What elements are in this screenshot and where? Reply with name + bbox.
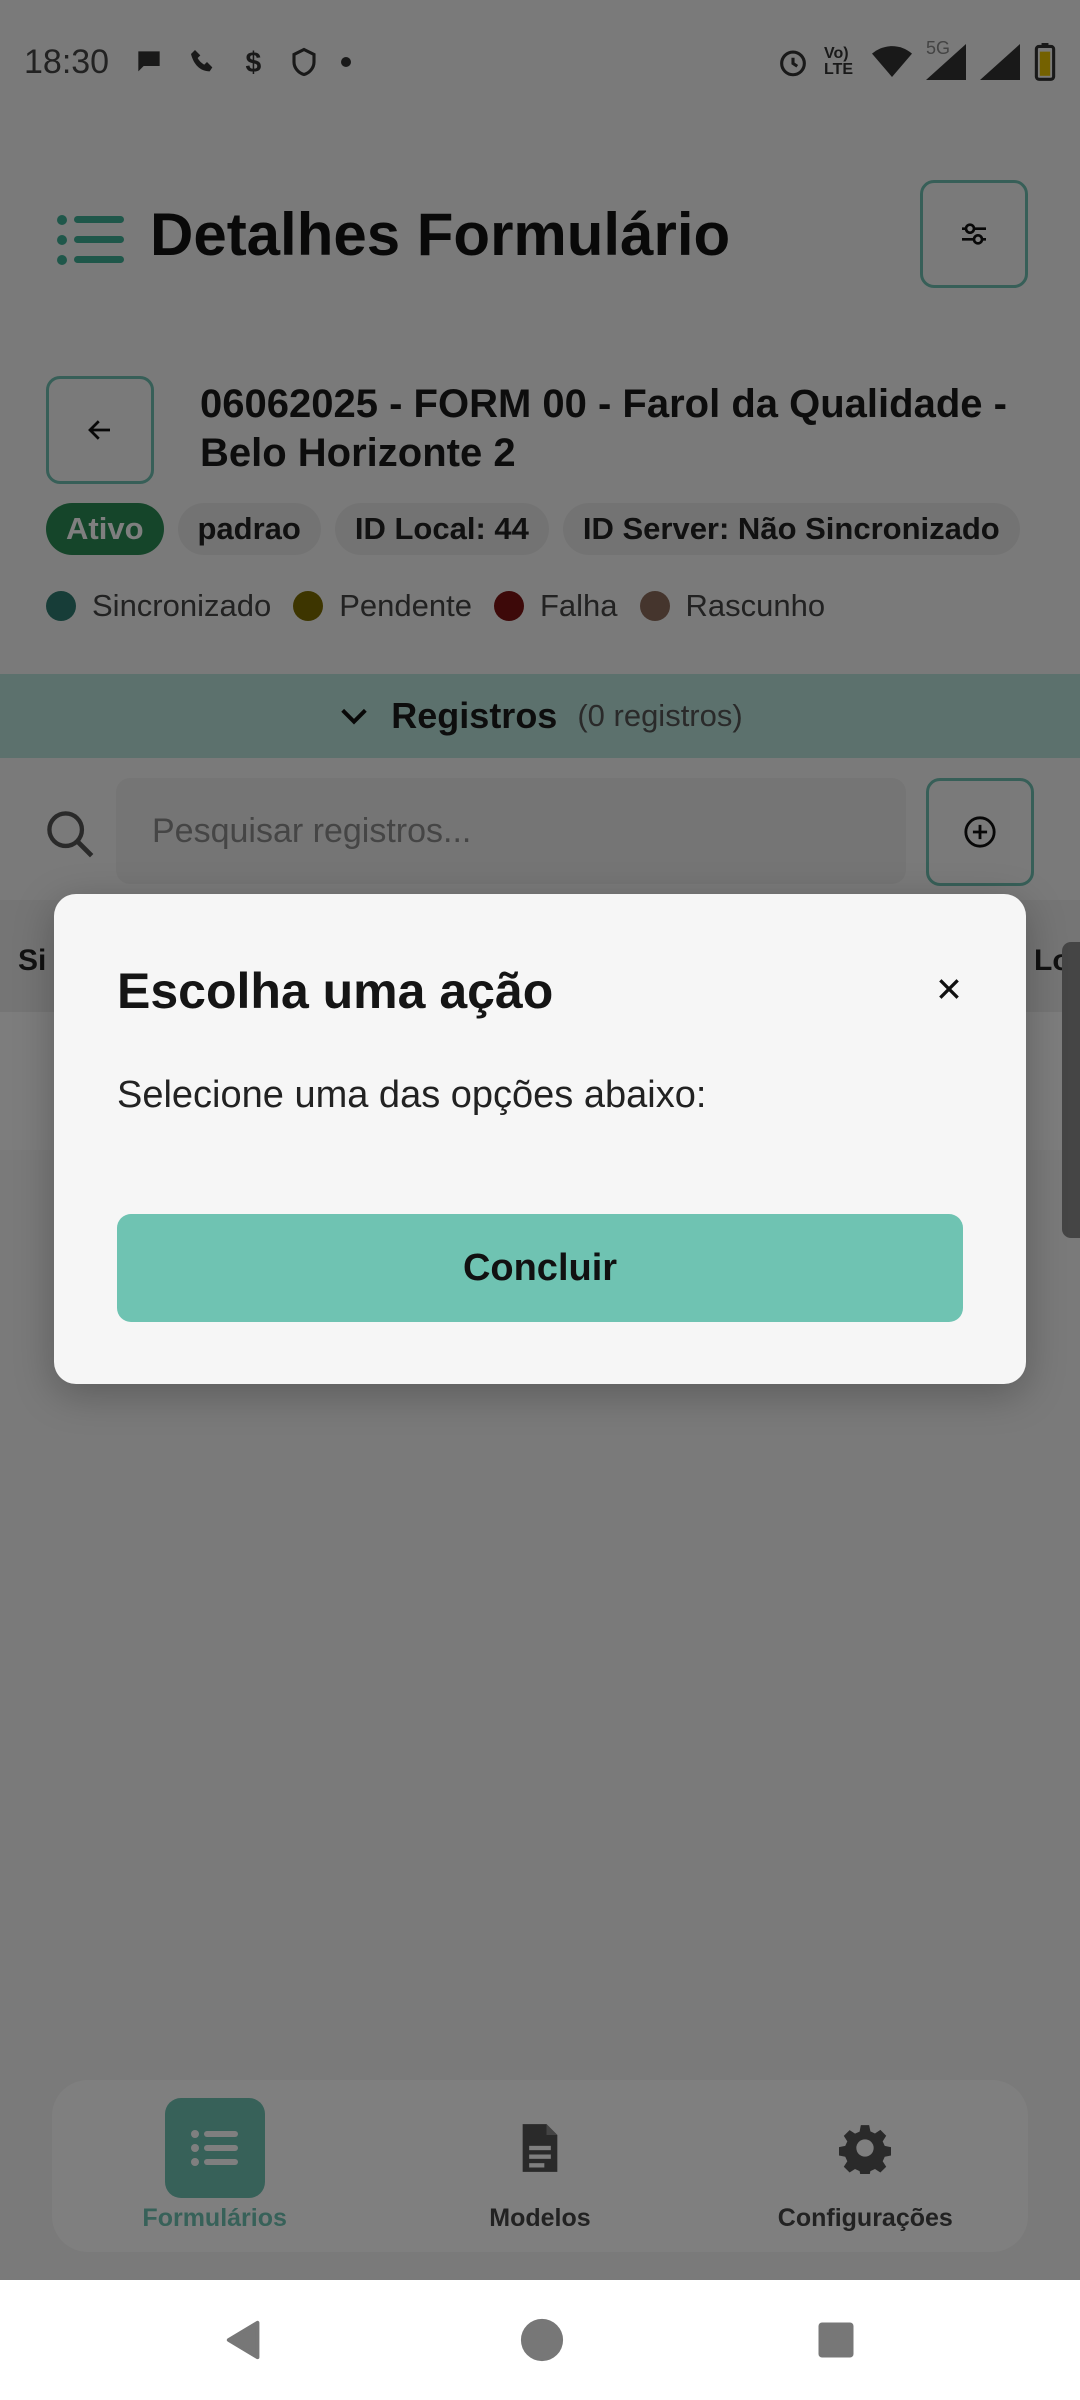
back-triangle-icon[interactable] [223,2317,269,2363]
home-circle-icon[interactable] [519,2317,565,2363]
action-dialog: Escolha uma ação Selecione uma das opçõe… [54,894,1026,1384]
dialog-message: Selecione uma das opções abaixo: [117,1074,707,1116]
conclude-button[interactable]: Concluir [117,1214,963,1322]
close-button[interactable] [914,954,984,1024]
system-nav-bar [0,2280,1080,2400]
dialog-title: Escolha uma ação [117,963,554,1019]
recents-square-icon[interactable] [815,2319,857,2361]
close-icon [939,979,959,999]
